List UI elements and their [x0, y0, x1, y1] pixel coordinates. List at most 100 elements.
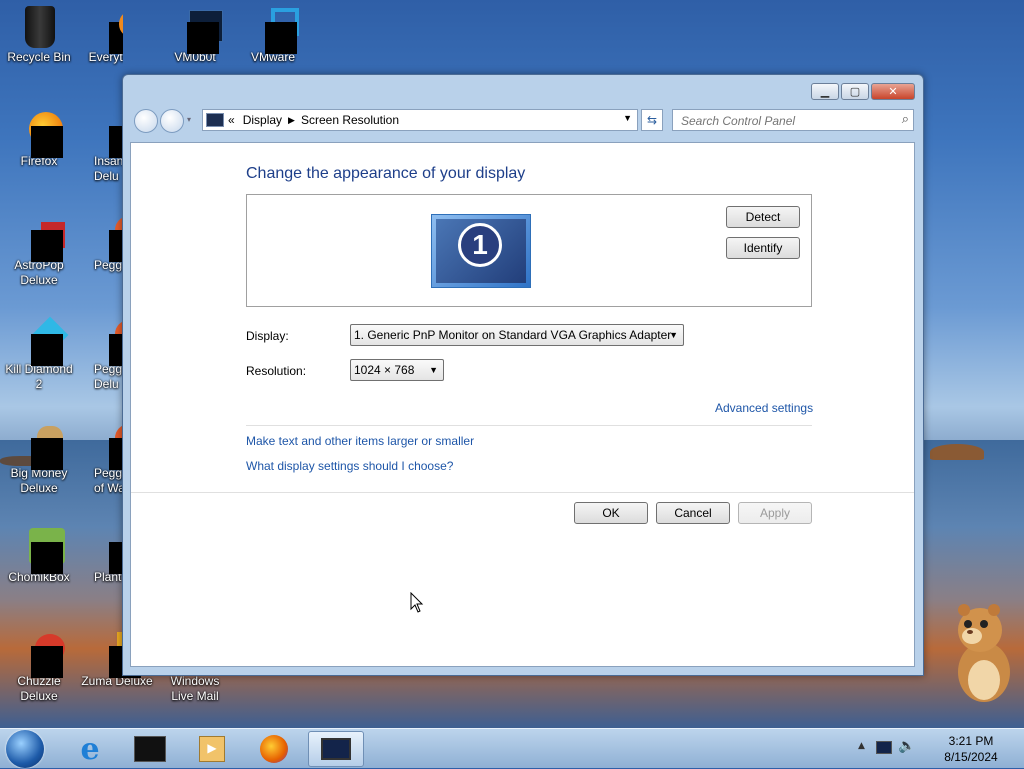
search-input[interactable]: [679, 111, 893, 131]
refresh-button[interactable]: ⇆: [641, 109, 663, 131]
desktop-icon-label: Recycle Bin: [7, 50, 71, 64]
desktop-icon-firefox[interactable]: Firefox: [2, 110, 76, 169]
desktop-icon-plants-vs-zombies[interactable]: Plant Zoml: [80, 526, 123, 585]
desktop-icon-big-money[interactable]: Big Money Deluxe: [2, 422, 76, 496]
desktop-icon-label: Peggle I Delu: [94, 362, 123, 391]
start-button[interactable]: [6, 730, 44, 768]
advanced-settings-link[interactable]: Advanced settings: [715, 401, 813, 415]
kill-diamond-icon: [31, 334, 63, 366]
resolution-select[interactable]: 1024 × 768 ▼: [350, 359, 444, 381]
page-title: Change the appearance of your display: [246, 165, 526, 182]
search-icon[interactable]: ⌕: [902, 112, 909, 127]
back-button[interactable]: [134, 109, 158, 133]
desktop-icon-vm0b0t[interactable]: VM0b0t: [158, 6, 232, 65]
peggle-deluxe-icon: [109, 334, 123, 366]
divider: [131, 492, 914, 493]
taskbar-internet-explorer[interactable]: e: [62, 731, 118, 767]
system-tray: ▲ 🔈 3:21 PM 8/15/2024: [854, 729, 1024, 769]
breadcrumb-separator-icon[interactable]: ▶: [288, 115, 295, 126]
insaniquarium-icon: [109, 126, 123, 158]
big-money-icon: [31, 438, 63, 470]
internet-explorer-icon: e: [80, 731, 100, 767]
close-icon: ✕: [888, 85, 898, 98]
media-player-icon: ▶: [199, 736, 225, 762]
volume-icon[interactable]: 🔈: [898, 738, 915, 754]
desktop-icon-astropop[interactable]: AstroPop Deluxe: [2, 214, 76, 288]
vm0b0t-icon: [134, 736, 166, 762]
desktop-icon-label: AstroPop Deluxe: [14, 258, 64, 287]
address-bar[interactable]: « Display ▶ Screen Resolution ▼: [202, 109, 638, 131]
close-button[interactable]: ✕: [871, 83, 915, 100]
monitor-number: 1: [458, 223, 502, 267]
identify-button[interactable]: Identify: [726, 237, 800, 259]
chuzzle-icon: [31, 646, 63, 678]
monitor-arrangement-panel: 1 Detect Identify: [246, 194, 812, 307]
desktop-icon-area: Recycle Bin Everything Firefox Insaniq D…: [0, 0, 123, 728]
desktop-icon-recycle-bin[interactable]: Recycle Bin: [2, 6, 76, 65]
breadcrumb-display[interactable]: Display: [243, 113, 282, 127]
hamster-mascot-icon: [958, 604, 1010, 702]
desktop-icon-chomikbox[interactable]: ChomikBox: [2, 526, 76, 585]
cancel-button[interactable]: Cancel: [656, 502, 730, 524]
search-box: ⌕: [672, 109, 914, 131]
recent-pages-chevron-icon[interactable]: ▾: [187, 115, 191, 124]
peggle-nights-icon: [109, 438, 123, 470]
ok-button[interactable]: OK: [574, 502, 648, 524]
forward-button[interactable]: [160, 109, 184, 133]
maximize-button[interactable]: ▢: [841, 83, 869, 100]
taskbar-vm0b0t[interactable]: [122, 731, 178, 767]
taskbar-screen-resolution[interactable]: [308, 731, 364, 767]
vm0b0t-icon: [187, 22, 219, 54]
taskbar-firefox[interactable]: [246, 731, 302, 767]
desktop-icon-kill-diamond[interactable]: Kill Diamond 2: [2, 316, 76, 392]
taskbar-media-player[interactable]: ▶: [184, 731, 240, 767]
detect-button[interactable]: Detect: [726, 206, 800, 228]
desktop-icon-insaniquarium[interactable]: Insaniq Delu: [80, 110, 123, 184]
mouse-cursor-icon: [410, 592, 424, 613]
chevron-down-icon: ▼: [429, 365, 438, 375]
desktop-icon-label: Kill Diamond 2: [5, 362, 73, 391]
taskbar: e ▶ ▲ 🔈 3:21 PM 8/15/2024: [0, 728, 1024, 768]
monitor-1-thumbnail[interactable]: 1: [431, 214, 531, 288]
clock[interactable]: 3:21 PM 8/15/2024: [936, 733, 1006, 765]
clock-date: 8/15/2024: [944, 750, 998, 764]
desktop-icon-peggle-nights[interactable]: Peggle V of Warc: [80, 422, 123, 496]
desktop-icon-label: Insaniq Delu: [94, 154, 123, 183]
desktop-icon-vmware[interactable]: VMware: [236, 6, 310, 65]
desktop-icon-chuzzle[interactable]: Chuzzle Deluxe: [2, 630, 76, 704]
astropop-icon: [31, 230, 63, 262]
breadcrumb-overflow[interactable]: «: [228, 113, 235, 127]
peggle-icon: [109, 230, 123, 262]
chomikbox-icon: [31, 542, 63, 574]
desktop-icon-label: Windows Live Mail: [170, 674, 220, 703]
desktop-icon-peggle[interactable]: Peggle I: [80, 214, 123, 273]
vmware-icon: [265, 22, 297, 54]
minimize-button[interactable]: ▁: [811, 83, 839, 100]
navigation-bar: ▾ « Display ▶ Screen Resolution ▼ ⇆ ⌕: [131, 106, 915, 134]
screen-resolution-window: ▁ ▢ ✕ ▾ « Display ▶ Screen Resolution ▼ …: [122, 74, 924, 676]
desktop-icon-peggle-deluxe[interactable]: Peggle I Delu: [80, 318, 123, 392]
address-dropdown-icon[interactable]: ▼: [623, 113, 632, 123]
recycle-bin-icon: [25, 6, 55, 48]
breadcrumb-screen-resolution[interactable]: Screen Resolution: [301, 113, 399, 127]
display-icon: [206, 113, 224, 127]
apply-button[interactable]: Apply: [738, 502, 812, 524]
resolution-label: Resolution:: [246, 364, 307, 378]
desktop-icon-label: Peggle V of Warc: [94, 466, 123, 495]
window-controls: ▁ ▢ ✕: [811, 83, 915, 100]
divider: [246, 425, 812, 426]
network-icon[interactable]: [876, 741, 892, 754]
resolution-select-value: 1024 × 768: [354, 363, 415, 377]
desktop-icon-everything[interactable]: Everything: [80, 6, 123, 65]
display-select[interactable]: 1. Generic PnP Monitor on Standard VGA G…: [350, 324, 684, 346]
firefox-icon: [260, 735, 288, 763]
maximize-icon: ▢: [849, 85, 861, 98]
text-size-link[interactable]: Make text and other items larger or smal…: [246, 434, 474, 448]
display-settings-help-link[interactable]: What display settings should I choose?: [246, 459, 453, 473]
content-pane: Change the appearance of your display 1 …: [130, 142, 915, 667]
show-hidden-icons-icon[interactable]: ▲: [858, 741, 865, 751]
refresh-icon: ⇆: [646, 113, 658, 127]
minimize-icon: ▁: [820, 85, 830, 98]
plants-vs-zombies-icon: [109, 542, 123, 574]
display-select-value: 1. Generic PnP Monitor on Standard VGA G…: [354, 328, 672, 342]
